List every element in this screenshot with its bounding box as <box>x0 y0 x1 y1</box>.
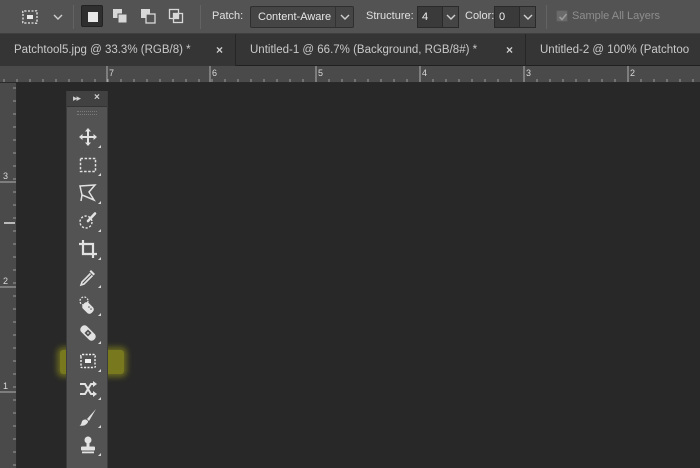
tab-title: Untitled-1 @ 66.7% (Background, RGB/8#) … <box>250 44 478 56</box>
document-tab[interactable]: Untitled-2 @ 100% (Patchtoo <box>526 34 700 66</box>
spot-healing-tool[interactable] <box>74 293 102 317</box>
document-tab[interactable]: Untitled-1 @ 66.7% (Background, RGB/8#) … <box>236 34 526 66</box>
quick-selection-tool[interactable] <box>74 209 102 233</box>
lasso-tool[interactable] <box>74 181 102 205</box>
ruler-label: 2 <box>630 68 635 78</box>
patch-icon <box>22 10 38 24</box>
patch-tool[interactable] <box>74 349 102 373</box>
document-tab[interactable]: Patchtool5.jpg @ 33.3% (RGB/8) * × <box>0 34 236 66</box>
crop-tool[interactable] <box>74 237 102 261</box>
vertical-ruler-ticks: 3 2 1 <box>0 87 16 466</box>
tab-title: Patchtool5.jpg @ 33.3% (RGB/8) * <box>14 44 191 56</box>
separator <box>546 5 547 29</box>
ruler-label: 2 <box>3 276 8 286</box>
sample-all-layers-label: Sample All Layers <box>572 10 661 22</box>
chevron-down-icon[interactable] <box>52 9 64 25</box>
chevron-down-icon[interactable] <box>519 7 535 27</box>
eyedropper-tool[interactable] <box>74 265 102 289</box>
eyedropper-icon <box>79 270 95 287</box>
color-label: Color: <box>465 10 495 22</box>
move-icon <box>79 128 97 146</box>
tool-preset-picker[interactable] <box>18 6 66 28</box>
checkmark-icon <box>558 13 568 21</box>
subtract-from-selection-button[interactable] <box>137 5 159 27</box>
add-to-selection-icon <box>113 9 128 24</box>
marquee-tool[interactable] <box>74 153 102 177</box>
options-bar: Patch: Content-Aware Structure: 4 Color:… <box>0 0 700 34</box>
color-value: 0 <box>499 11 506 23</box>
brush-tool[interactable] <box>74 405 102 429</box>
new-selection-button[interactable] <box>81 5 103 27</box>
tools-panel: ▸▸ × <box>66 91 108 468</box>
separator <box>200 5 201 29</box>
subtract-from-selection-icon <box>141 9 156 24</box>
collapse-icon[interactable]: ▸▸ <box>73 93 81 104</box>
content-aware-move-tool[interactable] <box>74 377 102 401</box>
document-tab-bar: Patchtool5.jpg @ 33.3% (RGB/8) * × Untit… <box>0 34 700 66</box>
structure-value: 4 <box>422 11 429 23</box>
healing-brush-icon <box>80 325 96 341</box>
ruler-label: 1 <box>3 381 8 391</box>
content-aware-move-icon <box>80 381 97 397</box>
ruler-label: 7 <box>109 68 114 78</box>
structure-input[interactable]: 4 <box>417 6 459 28</box>
chevron-down-icon[interactable] <box>442 7 458 27</box>
ruler-label: 3 <box>3 171 8 181</box>
ruler-label: 4 <box>422 68 427 78</box>
ruler-label: 3 <box>526 68 531 78</box>
patch-icon <box>80 353 96 369</box>
close-icon[interactable]: × <box>94 92 100 103</box>
crop-icon <box>79 240 97 258</box>
close-icon[interactable]: × <box>216 43 223 57</box>
rectangular-marquee-icon <box>79 157 97 173</box>
separator <box>73 5 74 29</box>
polygonal-lasso-icon <box>79 184 97 202</box>
move-tool[interactable] <box>74 125 102 149</box>
brush-icon <box>79 409 96 426</box>
patch-mode-select[interactable]: Content-Aware <box>250 6 354 28</box>
tools-panel-header[interactable]: ▸▸ × <box>67 91 107 107</box>
close-icon[interactable]: × <box>506 43 513 57</box>
horizontal-ruler[interactable]: 7 6 5 4 3 2 <box>0 66 700 83</box>
intersect-selection-button[interactable] <box>165 5 187 27</box>
ruler-label: 5 <box>318 68 323 78</box>
chevron-down-icon[interactable] <box>335 7 353 27</box>
color-input[interactable]: 0 <box>494 6 536 28</box>
spot-healing-brush-icon <box>79 296 94 314</box>
new-selection-icon <box>88 12 98 22</box>
quick-selection-icon <box>79 212 97 229</box>
clone-stamp-tool[interactable] <box>74 433 102 457</box>
structure-label: Structure: <box>366 10 414 22</box>
patch-label: Patch: <box>212 10 244 22</box>
document-canvas[interactable] <box>18 84 700 468</box>
add-to-selection-button[interactable] <box>109 5 131 27</box>
tab-title: Untitled-2 @ 100% (Patchtoo <box>540 44 690 56</box>
intersect-selection-icon <box>168 8 184 24</box>
panel-grip[interactable] <box>77 111 97 115</box>
patch-mode-value: Content-Aware <box>258 11 332 23</box>
vertical-ruler[interactable]: 3 2 1 <box>0 83 17 468</box>
healing-brush-tool[interactable] <box>74 321 102 345</box>
ruler-label: 6 <box>212 68 217 78</box>
horizontal-ruler-ticks: 7 6 5 4 3 2 <box>3 66 694 82</box>
sample-all-layers-checkbox[interactable] <box>556 10 568 22</box>
clone-stamp-icon <box>81 436 95 454</box>
